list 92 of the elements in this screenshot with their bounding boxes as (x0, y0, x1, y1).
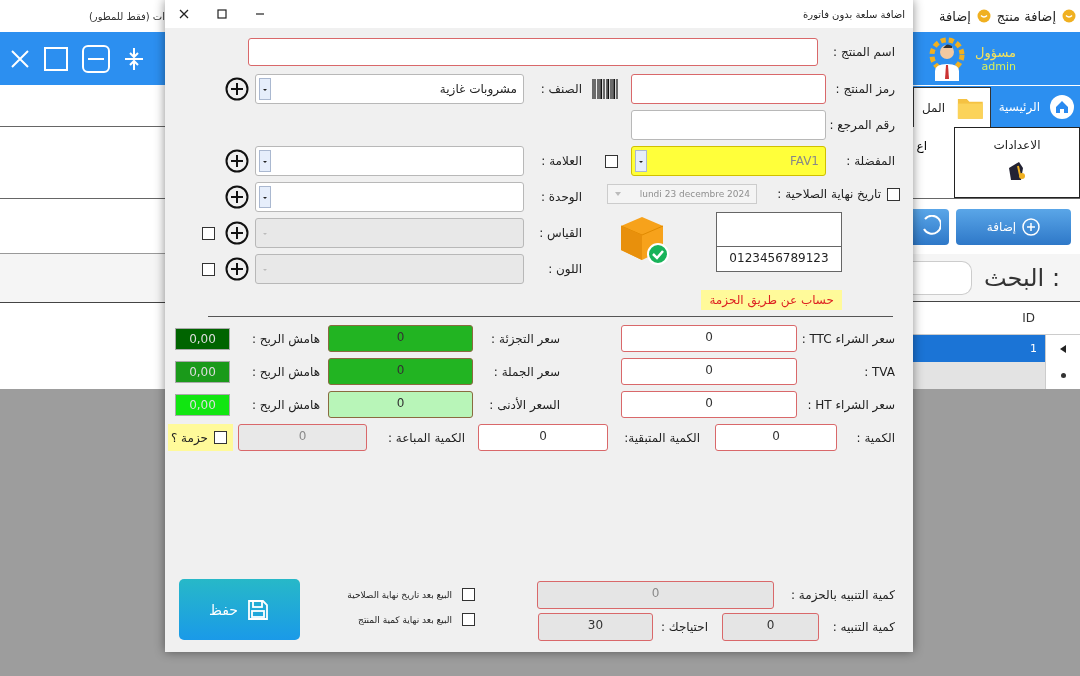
save-icon (246, 597, 270, 622)
plus-icon (1022, 217, 1041, 236)
field-label: TVA : (863, 364, 895, 379)
table-row[interactable]: 1 (913, 335, 1045, 362)
username: admin (981, 59, 1016, 73)
input-field[interactable] (631, 74, 826, 104)
field-label: احتياجك : (659, 619, 708, 634)
input-field[interactable]: 0 (621, 391, 797, 418)
field-label: سعر الجملة : (492, 364, 560, 379)
field-label: الكمية المتبقية: (623, 430, 700, 445)
field-label: كمية التنبيه : (831, 619, 895, 634)
checkbox[interactable] (214, 431, 227, 444)
barcode-icon[interactable] (592, 78, 618, 100)
input-field[interactable]: 0 (722, 612, 819, 641)
input-field[interactable]: 0 (715, 424, 837, 451)
field-label: سعر الشراء TTC : (800, 331, 895, 346)
new-row-icon (1060, 373, 1066, 378)
field-label: اسم المنتج : (832, 45, 895, 59)
margin-field: 0,00 (175, 327, 230, 350)
collapse-icon[interactable] (124, 46, 144, 71)
field-label: الوحدة : (539, 190, 582, 204)
margin-field: 0,00 (175, 393, 230, 416)
checkbox[interactable] (462, 588, 475, 601)
add-icon[interactable] (225, 185, 249, 209)
price-field[interactable]: 0 (328, 391, 473, 418)
caret-icon[interactable] (259, 186, 271, 208)
option-label: البيع بعد تاريخ نهاية الصلاحية (347, 589, 452, 600)
add-icon[interactable] (225, 257, 249, 281)
margin-field: 0,00 (175, 360, 230, 383)
home-icon (1050, 95, 1074, 119)
tools-icon (1006, 160, 1028, 182)
close-icon[interactable] (179, 9, 189, 19)
input-field[interactable] (248, 38, 818, 66)
pack-toggle[interactable]: حزمة ؟ (168, 424, 233, 451)
coin-icon (976, 9, 991, 23)
add-icon[interactable] (225, 221, 249, 245)
input-field[interactable]: 0 (621, 325, 797, 352)
field-label: الصنف : (539, 82, 582, 96)
field-label: سعر الشراء HT : (806, 397, 895, 412)
field-label: كمية التنبيه بالحزمة : (790, 587, 895, 602)
window-title: اضافة سلعة بدون فاتورة (803, 8, 905, 20)
refresh-button[interactable] (913, 208, 949, 245)
caret-icon[interactable] (259, 150, 271, 172)
card-label: اع (915, 138, 927, 155)
field-label: اللون : (547, 262, 582, 276)
search-field[interactable] (913, 260, 972, 295)
field-label: تاريخ نهاية الصلاحية : (776, 187, 881, 201)
input-field[interactable]: 0 (621, 358, 797, 385)
field-label: الكمية : (855, 430, 895, 445)
field-label: القياس : (538, 226, 582, 240)
field-label: العلامة : (540, 154, 582, 168)
price-field[interactable]: 0 (328, 325, 473, 352)
caret-icon[interactable] (635, 150, 647, 172)
nav-tab[interactable]: المل (913, 87, 991, 127)
search-label: البحث : (984, 263, 1060, 292)
column-header: ID (1022, 311, 1035, 325)
maximize-icon[interactable] (217, 9, 227, 19)
user-role: مسؤول (975, 44, 1016, 60)
pack-calc-label: حساب عن طريق الحزمة (701, 290, 842, 310)
dropdown-field[interactable] (255, 146, 524, 176)
coin-icon (1062, 9, 1076, 23)
price-field[interactable]: 0 (328, 358, 473, 385)
menu-text: ات (فقط للمطور) (88, 10, 165, 22)
field-label: السعر الأدنى : (488, 397, 560, 412)
input-field[interactable]: 0 (478, 424, 608, 451)
menu-item[interactable]: إضافة منتج (996, 8, 1056, 24)
settings-card[interactable]: الاعدادات (954, 127, 1080, 198)
caret-icon[interactable] (259, 78, 271, 100)
barcode-number: 0123456789123 (728, 250, 830, 265)
card-label: الاعدادات (993, 138, 1041, 152)
menu-item[interactable]: إضافة (939, 8, 971, 24)
package-check-icon (618, 214, 670, 266)
add-icon[interactable] (225, 149, 249, 173)
add-icon[interactable] (225, 77, 249, 101)
field-label: المفضلة : (845, 154, 895, 168)
field-label: رمز المنتج : (834, 82, 895, 96)
table-cell: 1 (1030, 342, 1037, 355)
dropdown-field[interactable]: مشروبات غازية (255, 74, 524, 104)
checkbox[interactable] (605, 154, 618, 168)
field-label: رقم المرجع : (833, 118, 895, 132)
current-row-icon (1060, 344, 1066, 353)
minimize-icon[interactable] (82, 44, 110, 73)
field-label: هامش الربح : (250, 364, 320, 379)
input-field[interactable]: 30 (538, 612, 653, 641)
field-label: هامش الربح : (250, 331, 320, 346)
option-label: البيع بعد نهاية كمية المنتج (358, 614, 452, 625)
checkbox[interactable] (462, 613, 475, 626)
input-field[interactable] (631, 110, 826, 140)
field-label: هامش الربح : (250, 397, 320, 412)
field-label: الكمية المباعة : (386, 430, 465, 445)
dropdown-field[interactable] (255, 182, 524, 212)
field-label: سعر التجزئة : (490, 331, 560, 346)
